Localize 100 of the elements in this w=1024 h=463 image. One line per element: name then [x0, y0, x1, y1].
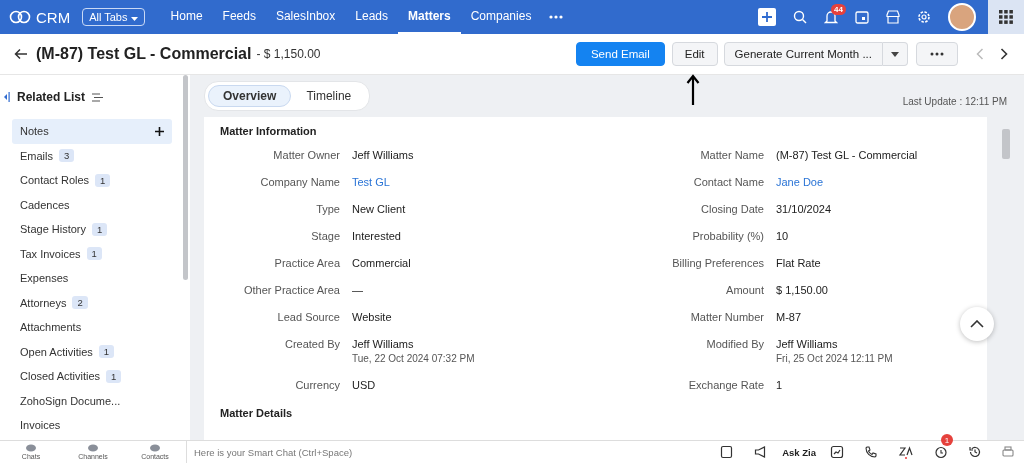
nav-tab[interactable]: Companies — [460, 0, 542, 34]
history-icon[interactable] — [968, 445, 982, 459]
related-list-item[interactable]: Expenses — [12, 266, 172, 291]
edit-button[interactable]: Edit — [671, 42, 718, 66]
section-title: Matter Information — [220, 125, 318, 137]
sidebar-title: Related List — [17, 90, 85, 104]
collapse-icon[interactable] — [4, 92, 10, 102]
related-list-label: Emails — [20, 149, 53, 162]
related-list-item[interactable]: Invoices — [12, 413, 172, 438]
next-icon[interactable] — [1000, 48, 1008, 60]
store-icon[interactable] — [886, 10, 900, 24]
nav-tab[interactable]: Feeds — [212, 0, 266, 34]
user-avatar[interactable] — [948, 3, 976, 31]
field-value: Jeff Williams — [776, 338, 838, 350]
notification-badge: 44 — [831, 3, 846, 15]
count-badge: 2 — [72, 296, 88, 310]
field-timestamp: Tue, 22 Oct 2024 07:32 PM — [352, 353, 476, 364]
related-list-label: Stage History — [20, 223, 87, 236]
add-icon[interactable] — [155, 126, 164, 136]
field-value: Jeff Williams — [352, 149, 414, 161]
calendar-icon[interactable] — [855, 10, 869, 24]
more-icon[interactable] — [549, 15, 564, 19]
brand-name[interactable]: CRM — [36, 8, 71, 26]
printer-icon[interactable] — [1002, 446, 1014, 458]
nav-tab[interactable]: SalesInbox — [265, 0, 346, 34]
field-value: 10 — [776, 230, 789, 242]
nav-tab[interactable]: Home — [160, 0, 213, 34]
count-badge: 3 — [59, 149, 75, 163]
related-list-item[interactable]: Open Activities 1 — [12, 339, 172, 364]
related-list-item[interactable]: Closed Activities 1 — [12, 364, 172, 389]
field-value: Jeff Williams — [352, 338, 414, 350]
settings-icon[interactable] — [917, 10, 931, 24]
phone-icon[interactable] — [864, 445, 878, 459]
list-icon[interactable] — [92, 92, 103, 102]
related-list-item[interactable]: Attachments — [12, 315, 172, 340]
view-tab[interactable]: Timeline — [291, 85, 367, 107]
related-list-label: Open Activities — [20, 345, 93, 358]
related-list-item[interactable]: Notes — [12, 119, 172, 144]
field-label: Amount — [725, 284, 764, 296]
related-list-label: ZohoSign Docume... — [20, 394, 121, 407]
count-badge: 1 — [86, 247, 102, 261]
field-value: $ 1,150.00 — [776, 284, 828, 296]
last-update-text: Last Update : 12:11 PM — [902, 94, 1007, 107]
send-email-button[interactable]: Send Email — [575, 42, 665, 66]
app-launcher[interactable] — [988, 0, 1024, 34]
field-value: New Client — [352, 203, 406, 215]
all-tabs-dropdown[interactable]: All Tabs — [82, 8, 145, 26]
field-label: Lead Source — [276, 311, 340, 323]
chart-icon[interactable] — [830, 445, 844, 459]
field-label: Created By — [283, 338, 340, 352]
field-label: Currency — [294, 379, 340, 391]
field-value: 1 — [776, 379, 783, 391]
dropdown-button[interactable] — [883, 42, 908, 66]
related-list-item[interactable]: Tax Invoices 1 — [12, 241, 172, 266]
count-badge: 1 — [98, 345, 115, 359]
scrollbar-thumb[interactable] — [1002, 129, 1010, 159]
scrollbar-thumb[interactable] — [183, 75, 188, 280]
field-label: Practice Area — [273, 257, 340, 269]
field-link[interactable]: Test GL — [352, 176, 390, 188]
field-label: Exchange Rate — [687, 379, 764, 391]
related-list-item[interactable]: Stage History 1 — [12, 217, 172, 242]
search-icon[interactable] — [793, 10, 807, 24]
count-badge: 1 — [95, 173, 111, 187]
count-badge: 1 — [92, 222, 108, 236]
section-title: Matter Details — [220, 407, 294, 419]
field-value: Flat Rate — [776, 257, 821, 269]
related-list-item[interactable]: ZohoSign Docume... — [12, 388, 172, 413]
related-list-item[interactable]: Attorneys 2 — [12, 290, 172, 315]
related-list-item[interactable]: Contact Roles 1 — [12, 168, 172, 193]
annotation-arrow — [685, 74, 700, 106]
nav-tab[interactable]: Matters — [398, 0, 461, 34]
record-title: (M-87) Test GL - Commercial — [36, 45, 252, 63]
related-list-item[interactable]: Emails 3 — [12, 143, 172, 168]
zia-icon[interactable] — [898, 445, 914, 459]
field-label: Matter Owner — [272, 149, 340, 161]
field-label: Closing Date — [700, 203, 764, 215]
generate-button[interactable]: Generate Current Month ... — [723, 42, 883, 66]
related-list-label: Notes — [20, 125, 49, 138]
nav-tab[interactable]: Leads — [345, 0, 398, 34]
field-label: Billing Preferences — [671, 257, 764, 269]
chat-app-icon — [25, 444, 37, 453]
chat-app-icon — [87, 444, 99, 453]
ask-zia-button[interactable]: Ask Zia — [778, 446, 820, 458]
alarm-clock-icon[interactable] — [934, 445, 948, 459]
field-link[interactable]: Jane Doe — [776, 176, 824, 188]
field-value: Interested — [352, 230, 401, 242]
related-list-label: Expenses — [20, 272, 69, 285]
field-label: Modified By — [705, 338, 764, 352]
more-icon — [930, 52, 944, 56]
view-tab[interactable]: Overview — [208, 85, 292, 107]
document-icon[interactable] — [720, 445, 735, 459]
field-label: Matter Number — [689, 311, 764, 323]
field-label: Stage — [310, 230, 340, 242]
related-list-item[interactable]: Cadences — [12, 192, 172, 217]
field-label: Contact Name — [692, 176, 764, 188]
field-value: (M-87) Test GL - Commercial — [776, 149, 918, 161]
related-list-label: Attorneys — [20, 296, 67, 309]
field-label: Other Practice Area — [243, 284, 340, 296]
count-badge: 1 — [106, 369, 122, 383]
back-arrow-icon[interactable] — [14, 48, 28, 60]
